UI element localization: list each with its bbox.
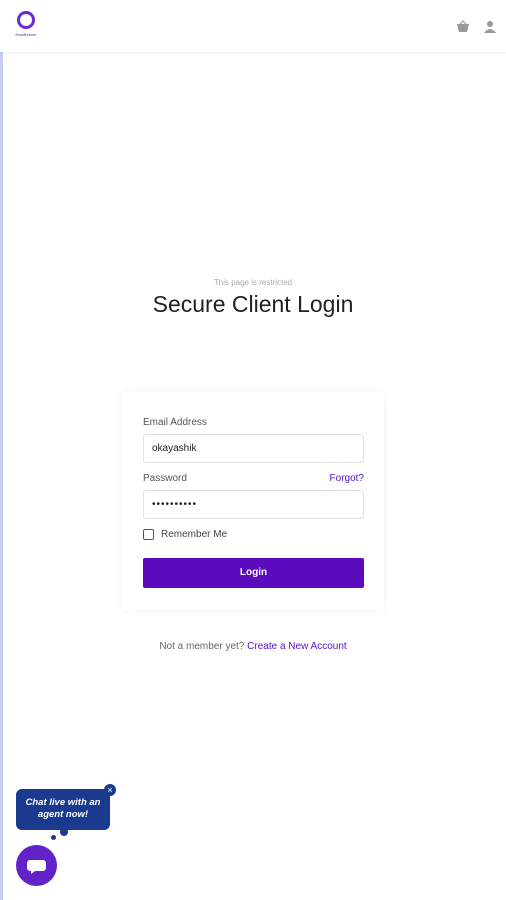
bubble-tail-dot-small [51,835,56,840]
chat-icon [27,860,46,874]
user-icon[interactable] [483,20,497,34]
chat-close-icon[interactable]: × [104,784,116,796]
top-bar: HostBeever [0,0,506,52]
logo-icon [17,11,35,29]
left-border [0,0,3,900]
signup-text: Not a member yet? [159,641,245,652]
chat-bubble[interactable]: Chat live with an agent now! [16,789,110,830]
password-field[interactable]: •••••••••• [143,490,364,519]
basket-icon[interactable] [456,20,470,34]
create-account-link[interactable]: Create a New Account [247,641,347,652]
email-field[interactable]: okayashik [143,434,364,463]
login-button[interactable]: Login [143,558,364,588]
remember-me-checkbox[interactable] [143,529,154,540]
restricted-notice: This page is restricted [213,278,293,287]
remember-me-label: Remember Me [161,529,228,540]
password-label: Password [143,473,187,484]
page-title: Secure Client Login [152,291,354,317]
bubble-tail-dot [60,828,68,836]
email-label: Email Address [143,417,207,428]
forgot-password-link[interactable]: Forgot? [330,473,364,484]
login-card: Email Address okayashik Password Forgot?… [122,392,384,610]
logo-text: HostBeever [15,32,37,37]
chat-launcher-button[interactable] [16,845,57,886]
site-logo[interactable]: HostBeever [10,10,42,40]
signup-prompt: Not a member yet? Create a New Account [0,641,506,652]
